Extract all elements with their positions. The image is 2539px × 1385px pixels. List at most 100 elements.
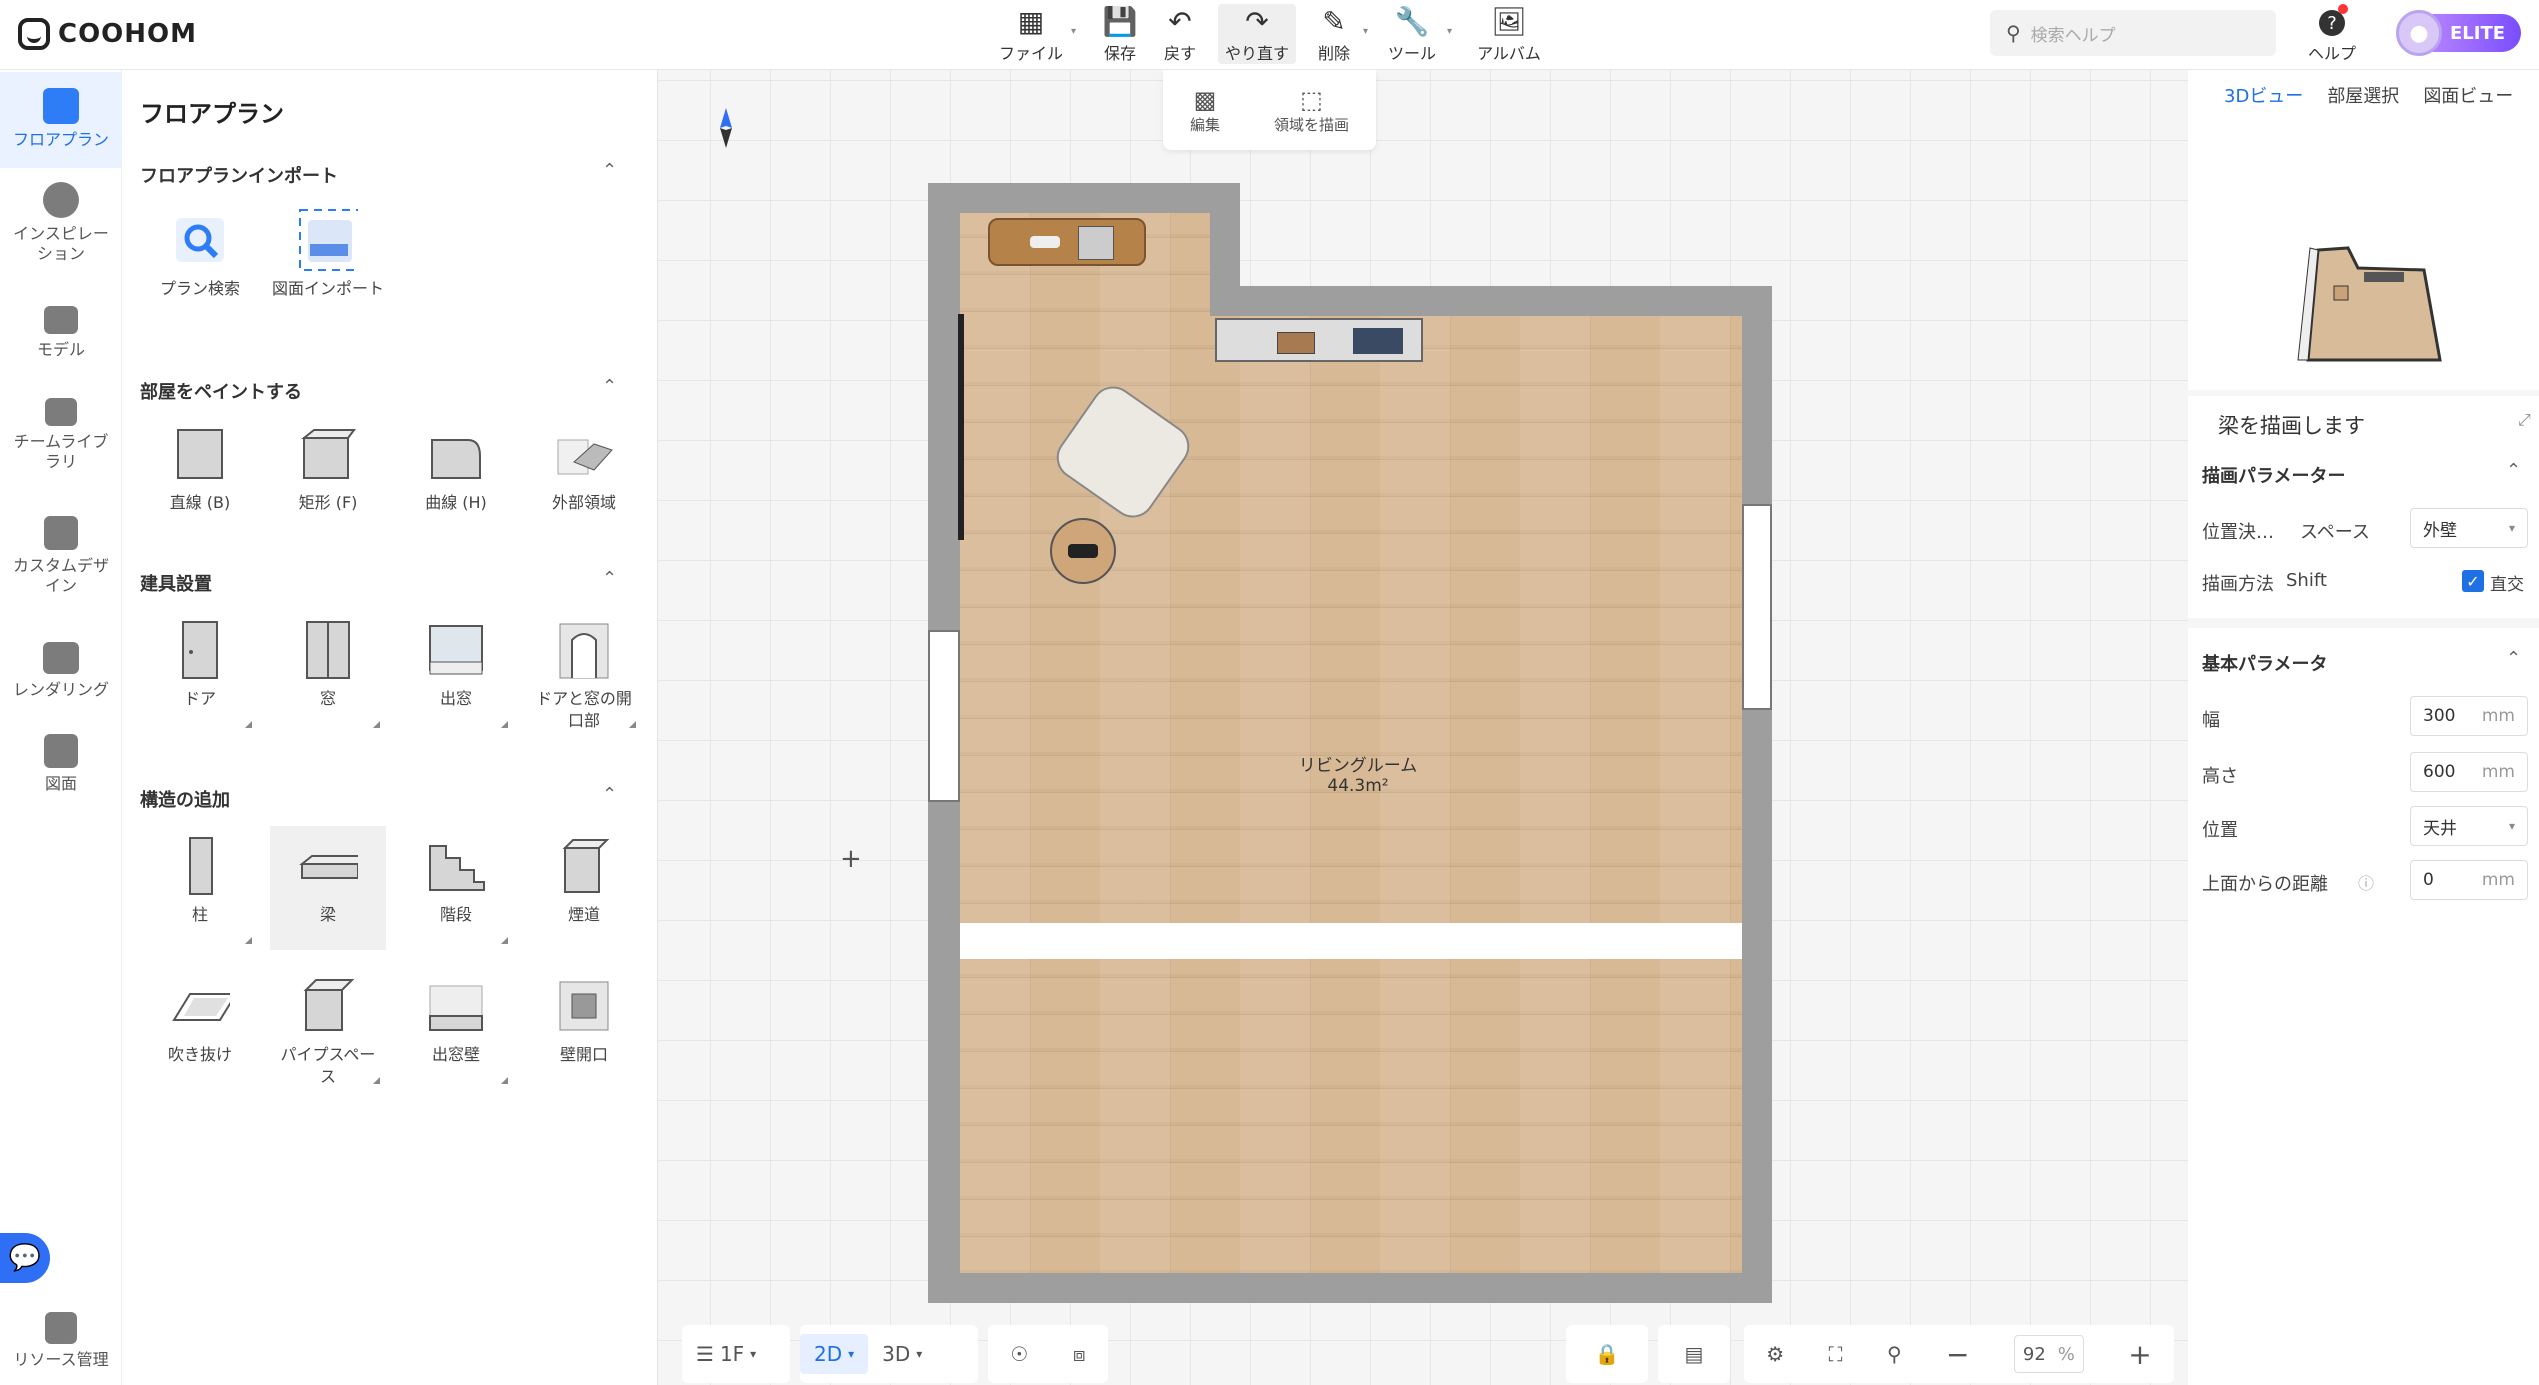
- coohom-logo[interactable]: COOHOM: [18, 14, 197, 54]
- zoom-input[interactable]: 92%: [2013, 1335, 2084, 1373]
- side-table[interactable]: [1050, 518, 1116, 584]
- tv-cabinet[interactable]: [988, 218, 1146, 266]
- floor-dropdown[interactable]: ☰ 1F ▾: [682, 1334, 770, 1374]
- album-button[interactable]: 🖼 アルバム: [1474, 4, 1544, 64]
- info-icon[interactable]: ⓘ: [2358, 870, 2374, 894]
- wall-hole-icon: [554, 976, 614, 1036]
- space-label: スペース: [2300, 522, 2370, 543]
- wall[interactable]: [1210, 286, 1772, 316]
- nav-inspiration[interactable]: インスピレーション: [0, 182, 122, 282]
- expand-icon[interactable]: ⤢: [2518, 410, 2531, 430]
- help-button[interactable]: ? ヘルプ: [2302, 4, 2362, 64]
- rectangle-tool[interactable]: 矩形 (F): [270, 414, 386, 538]
- chevron-up-icon[interactable]: ⌃: [602, 784, 617, 805]
- expand-icon: [245, 937, 252, 944]
- orthogonal-checkbox[interactable]: ✓: [2462, 570, 2484, 592]
- bay-window-tool[interactable]: 出窓: [398, 610, 514, 734]
- view-2d-label: 2D: [814, 1342, 843, 1366]
- settings-view-icon[interactable]: ⚙: [1766, 1342, 1784, 1366]
- save-label: 保存: [1103, 44, 1136, 63]
- chevron-up-icon[interactable]: ⌃: [2506, 648, 2521, 669]
- edit-button[interactable]: ▩ 編集: [1190, 86, 1220, 135]
- window-tool[interactable]: 窓: [270, 610, 386, 734]
- cube-icon[interactable]: ⧈: [1073, 1342, 1086, 1366]
- undo-label: 戻す: [1163, 44, 1196, 63]
- nav-drawings[interactable]: 図面: [0, 734, 122, 804]
- plan-search-tool[interactable]: プラン検索: [142, 200, 258, 324]
- floor-selector[interactable]: ☰ 1F ▾: [682, 1325, 790, 1383]
- window-left[interactable]: [928, 630, 960, 802]
- nav-custom-design[interactable]: カスタムデザイン: [0, 516, 122, 616]
- 3d-preview[interactable]: [2188, 120, 2539, 390]
- search-placeholder: 検索ヘルプ: [2030, 25, 2116, 46]
- redo-button[interactable]: ↷ やり直す: [1218, 4, 1296, 64]
- undo-button[interactable]: ↶ 戻す: [1158, 4, 1202, 64]
- room-label[interactable]: リビングルーム 44.3m²: [1258, 756, 1458, 796]
- fit-view-icon[interactable]: ⛶: [1829, 1342, 1843, 1366]
- void-tool[interactable]: 吹き抜け: [142, 966, 258, 1090]
- zoom-out-icon[interactable]: −: [1946, 1338, 1969, 1371]
- wall[interactable]: [928, 1273, 1772, 1303]
- tab-drawing-view[interactable]: 図面ビュー: [2423, 82, 2513, 108]
- nav-rendering[interactable]: レンダリング: [0, 642, 122, 712]
- stairs-tool[interactable]: 階段: [398, 826, 514, 950]
- column-tool[interactable]: 柱: [142, 826, 258, 950]
- window-right[interactable]: [1742, 504, 1772, 710]
- view-3d-button[interactable]: 3D ▾: [868, 1334, 936, 1374]
- sideboard[interactable]: [1215, 318, 1423, 362]
- tab-room-select[interactable]: 部屋選択: [2327, 82, 2399, 108]
- beam-tool[interactable]: 梁: [270, 826, 386, 950]
- pipe-space-tool[interactable]: パイプスペース: [270, 966, 386, 1090]
- tool-label: 梁: [319, 905, 336, 924]
- nav-floorplan[interactable]: フロアプラン: [0, 72, 122, 168]
- space-select[interactable]: 外壁 ▾: [2410, 508, 2528, 548]
- chevron-up-icon[interactable]: ⌃: [2506, 460, 2521, 481]
- view-mode-switch: 2D ▾ 3D ▾: [800, 1325, 978, 1383]
- beam[interactable]: [960, 923, 1742, 959]
- chevron-up-icon[interactable]: ⌃: [602, 160, 617, 181]
- height-input[interactable]: 600 mm: [2410, 752, 2528, 792]
- eye-icon[interactable]: ☉: [1010, 1342, 1028, 1366]
- top-distance-input[interactable]: 0 mm: [2410, 860, 2528, 900]
- opening-tool[interactable]: ドアと窓の開口部: [526, 610, 642, 734]
- expand-icon: [501, 721, 508, 728]
- straight-line-tool[interactable]: 直線 (B): [142, 414, 258, 538]
- zoom-in-icon[interactable]: +: [2128, 1338, 2151, 1371]
- avatar[interactable]: ●: [2396, 10, 2442, 56]
- lock-icon[interactable]: 🔒: [1595, 1342, 1620, 1366]
- floorplan-canvas[interactable]: ▩ 編集 ⬚ 領域を描画 + リビングルーム 44.3m² ☰ 1F ▾ 2D ▾ 3D ▾…: [658, 70, 2188, 1385]
- nav-model[interactable]: モデル: [0, 306, 122, 376]
- layers-icon: ☰: [696, 1342, 714, 1366]
- chevron-up-icon[interactable]: ⌃: [602, 568, 617, 589]
- save-button[interactable]: 💾 保存: [1098, 4, 1142, 64]
- file-menu-button[interactable]: ▦ ファイル ▾: [998, 4, 1076, 64]
- elite-badge: ELITE: [2430, 14, 2522, 52]
- draw-area-button[interactable]: ⬚ 領域を描画: [1274, 86, 1349, 135]
- top-toolbar: COOHOM ▦ ファイル ▾ 💾 保存 ↶ 戻す ↷ やり直す ✎ 削除 ▾ …: [0, 0, 2539, 70]
- wall-opening-icon: [554, 620, 614, 680]
- nav-resource-management[interactable]: リソース管理: [0, 1312, 122, 1382]
- album-icon: 🖼: [1491, 5, 1527, 38]
- wall[interactable]: [1742, 286, 1772, 1303]
- tools-menu-button[interactable]: 🔧 ツール ▾: [1384, 4, 1452, 64]
- help-search-input[interactable]: ⚲ 検索ヘルプ: [1990, 10, 2276, 56]
- tab-3d-view[interactable]: 3Dビュー: [2224, 82, 2303, 108]
- toggle-icon[interactable]: ▤: [1685, 1342, 1704, 1366]
- bay-window-wall-tool[interactable]: 出窓壁: [398, 966, 514, 1090]
- flue-tool[interactable]: 煙道: [526, 826, 642, 950]
- curve-tool[interactable]: 曲線 (H): [398, 414, 514, 538]
- view-2d-button[interactable]: 2D ▾: [800, 1334, 869, 1374]
- zoom-area-icon[interactable]: ⚲: [1887, 1342, 1902, 1366]
- wall[interactable]: [928, 183, 1240, 213]
- door-tool[interactable]: ドア: [142, 610, 258, 734]
- chevron-up-icon[interactable]: ⌃: [602, 376, 617, 397]
- chat-support-button[interactable]: 💬: [0, 1233, 50, 1283]
- delete-button[interactable]: ✎ 削除 ▾: [1312, 4, 1368, 64]
- exterior-area-tool[interactable]: 外部領域: [526, 414, 642, 538]
- nav-team-library[interactable]: チームライブラリ: [0, 398, 122, 488]
- user-account[interactable]: ● ELITE: [2396, 10, 2522, 56]
- wall-opening-tool[interactable]: 壁開口: [526, 966, 642, 1090]
- width-input[interactable]: 300 mm: [2410, 696, 2528, 736]
- position-select[interactable]: 天井 ▾: [2410, 806, 2528, 846]
- drawing-import-tool[interactable]: 図面インポート: [270, 200, 386, 324]
